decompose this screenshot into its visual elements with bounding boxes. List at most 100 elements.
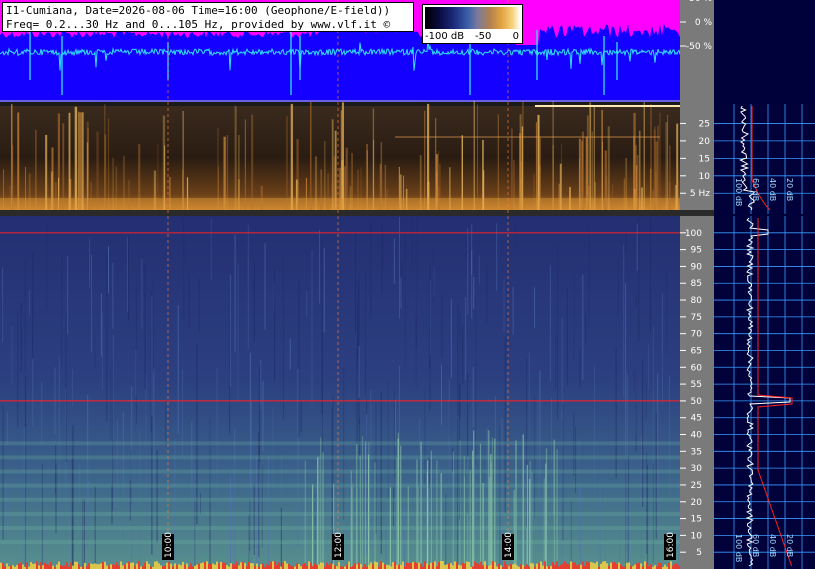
spectrogram-high-texture-line	[441, 364, 442, 425]
spectrogram-high-noise	[414, 562, 416, 569]
spectrogram-low-streak	[74, 106, 78, 210]
spectrogram-high-band	[0, 483, 680, 488]
spectrogram-high-texture-line	[512, 287, 514, 335]
spectrogram-high-noise	[412, 562, 414, 569]
spectrogram-high-texture-line	[486, 264, 488, 322]
spectrogram-high-noise	[626, 562, 628, 569]
spectrogram-high-noise	[486, 565, 488, 569]
spectrogram-high-noise	[78, 564, 80, 569]
spectrogram-high-noise	[446, 564, 448, 569]
spectrogram-high-texture-line	[289, 338, 291, 370]
spectrogram-high-texture-line	[457, 305, 459, 416]
spectrogram-high-texture-line	[503, 279, 505, 333]
spectrogram-high-texture-line	[649, 217, 651, 332]
spectrogram-high-texture-line	[403, 507, 405, 569]
spectrogram-high-texture-line	[272, 406, 274, 494]
spectrogram-high-noise	[592, 562, 594, 569]
spectrogram-high-texture-line	[625, 283, 627, 462]
spectrogram-high-noise	[144, 562, 146, 569]
spectrogram-low-streak	[607, 126, 610, 210]
spectrogram-low-streak	[589, 102, 592, 210]
spectrogram-high-noise	[618, 562, 620, 569]
spectrogram-high-texture-line	[355, 231, 356, 334]
spectrogram-low-streak	[62, 123, 65, 210]
spectrogram-high-noise	[552, 562, 554, 569]
spectrogram-high-noise	[620, 563, 622, 569]
spectrogram-high-noise	[58, 561, 60, 569]
spectrogram-high-noise	[444, 564, 446, 569]
spectrogram-high-noise	[380, 561, 382, 569]
spectrogram-high-texture-line	[131, 386, 133, 562]
spectrogram-high-noise	[600, 563, 602, 569]
spectrogram-high-texture-line	[555, 328, 556, 390]
spectrogram-low-streak	[108, 118, 110, 210]
spectrogram-high-burst	[452, 451, 454, 569]
spectrogram-high-texture-line	[144, 262, 146, 390]
time-label: 10:00	[164, 532, 174, 558]
spectrogram-high-texture-line	[122, 411, 124, 540]
spectrogram-high-texture-line	[111, 484, 113, 525]
spectrogram-high-texture-line	[593, 365, 595, 494]
spectrogram-low-streak	[310, 102, 312, 210]
spectrogram-high-noise	[158, 563, 160, 569]
spectrogram-high-noise	[576, 565, 578, 569]
spectrogram-high-noise	[64, 565, 66, 569]
spectrogram-high-band	[0, 455, 680, 460]
spectrogram-high-texture-line	[459, 311, 461, 419]
spectrogram-low-streak	[340, 110, 343, 210]
spectrogram-high-noise	[212, 563, 214, 569]
spectrogram-high-texture-line	[230, 475, 231, 569]
spectrogram-high-texture-line	[298, 280, 300, 438]
spectrogram-high-texture-line	[450, 298, 452, 378]
spectrogram-high-noise	[10, 565, 12, 569]
spectrogram-high-texture-line	[638, 216, 640, 342]
spectrogram-high-texture-line	[465, 297, 467, 380]
side-bg	[714, 0, 815, 569]
spectrogram-low-ytick-label: 25	[699, 119, 710, 129]
spectrogram-high-texture-line	[91, 254, 92, 352]
spectrogram-high-noise	[22, 564, 24, 569]
time-label: 14:00	[504, 532, 514, 558]
spectrogram-high-noise	[272, 561, 274, 569]
spectrogram-high-ytick-label: 55	[691, 380, 702, 390]
spectrogram-high-texture-line	[471, 224, 473, 319]
spectrogram-high-texture-line	[419, 417, 421, 451]
spectrogram-high-noise	[66, 562, 68, 569]
spectrogram-high-texture-line	[467, 227, 469, 315]
spectrogram-high-noise	[240, 562, 242, 569]
spectrogram-high-noise	[226, 565, 228, 569]
spectrogram-high-noise	[634, 564, 636, 569]
spectrogram-high-noise	[406, 562, 408, 569]
spectrogram-figure: 50 %0 %-50 % 252015105 Hz 10095908580757…	[0, 0, 815, 569]
spectrogram-high-noise	[614, 562, 616, 569]
spectrogram-high-noise	[480, 561, 482, 569]
spectrogram-high-noise	[520, 564, 522, 569]
spectrogram-high-noise	[128, 561, 130, 569]
spectrogram-high-noise	[198, 563, 200, 569]
spectrogram-high-noise	[650, 564, 652, 569]
side-xtick-label: 20 dB	[785, 178, 794, 201]
spectrogram-high-noise	[372, 564, 374, 569]
spectrogram-high-ytick-label: 5	[696, 548, 702, 558]
spectrogram-high-noise	[498, 563, 500, 569]
spectrogram-low-streak	[234, 106, 237, 210]
side-xtick-label: 60 dB	[751, 178, 760, 201]
side-xtick-label: 100 dB	[734, 178, 743, 206]
spectrogram-high-texture-line	[539, 371, 541, 537]
spectrogram-high-noise	[636, 563, 638, 569]
spectrogram-high-noise	[230, 563, 232, 569]
spectrogram-high-noise	[420, 563, 422, 569]
spectrogram-high-texture-line	[188, 270, 190, 329]
spectrogram-high-texture-line	[561, 411, 563, 569]
spectrogram-high-texture-line	[370, 221, 372, 319]
spectrogram-high-texture-line	[387, 379, 389, 500]
spectrogram-high-texture-line	[655, 413, 657, 539]
spectrogram-high-texture-line	[400, 277, 402, 309]
spectrogram-high-texture-line	[229, 274, 231, 387]
spectrogram-high-texture-line	[506, 235, 508, 372]
spectrogram-high-texture-line	[311, 249, 313, 404]
spectrogram-high-texture-line	[32, 359, 34, 426]
spectrogram-high-noise	[542, 565, 544, 569]
spectrogram-high-noise	[610, 562, 612, 569]
spectrogram-high-noise	[430, 562, 432, 569]
